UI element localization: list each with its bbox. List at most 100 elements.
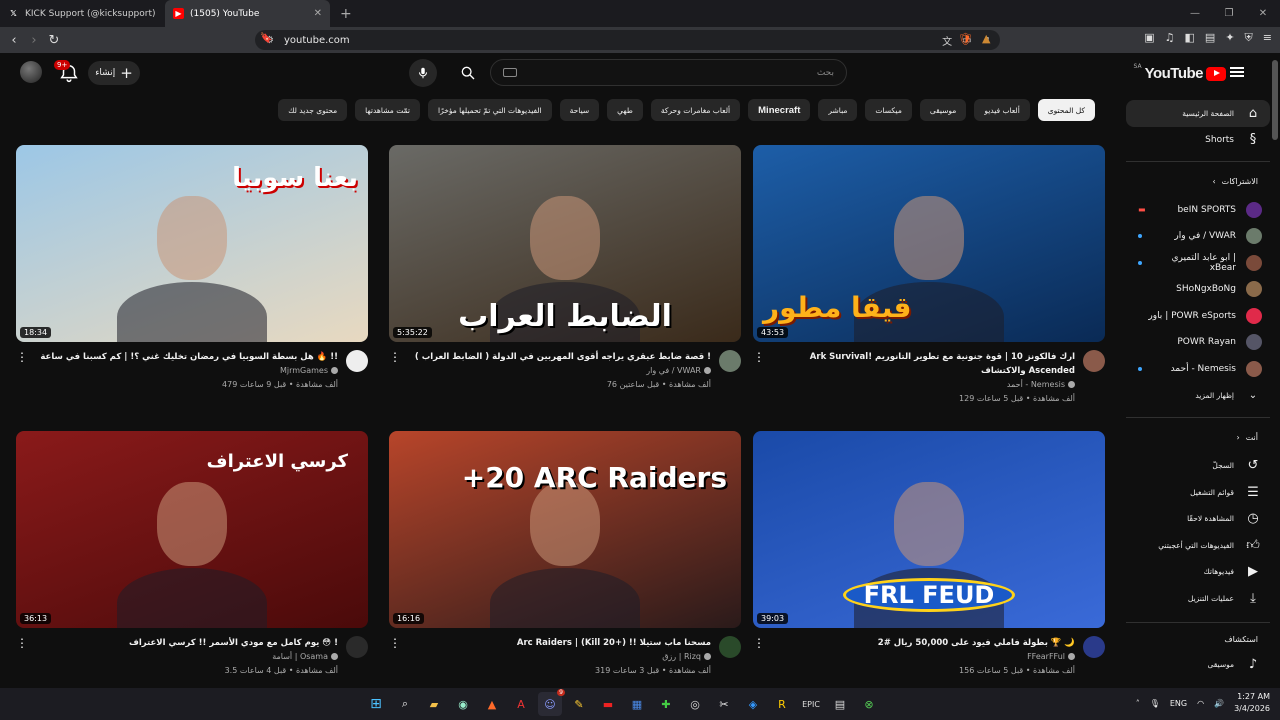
filter-chip[interactable]: سياحة	[559, 99, 600, 121]
sidebar-item-download[interactable]: ⤓ عمليات التنزيل	[1126, 585, 1270, 612]
brave-icon[interactable]: ▲	[480, 692, 504, 716]
maximize-icon[interactable]: ❐	[1212, 0, 1246, 27]
video-thumbnail[interactable]: الضابط العراب 5:35:22	[389, 145, 741, 342]
video-thumbnail[interactable]: +20 ARC Raiders 16:16	[389, 431, 741, 628]
back-icon[interactable]: ‹	[4, 33, 24, 48]
clock[interactable]: 1:27 AM 3/4/2026	[1234, 691, 1270, 715]
chevron-up-icon[interactable]: ˄	[1136, 699, 1140, 708]
video-title[interactable]: بطولة فاملي فيود على 50,000 ريال #2 🏆 🌙	[775, 636, 1075, 650]
filter-chip[interactable]: تمّت مشاهدتها	[355, 99, 420, 121]
vpn-icon[interactable]: ⛨	[1245, 31, 1253, 45]
blue-app-icon[interactable]: ◈	[741, 692, 765, 716]
subscription-item[interactable]: SHoNgxBoNg	[1126, 276, 1270, 303]
search-button[interactable]	[451, 59, 485, 86]
bookmark-icon[interactable]: 🔖	[260, 33, 272, 44]
video-title[interactable]: قصة ضابط عبقري يراجه أقوى المهربين في ال…	[411, 350, 711, 364]
voice-search-button[interactable]	[409, 59, 437, 87]
video-thumbnail[interactable]: كرسي الاعتراف 36:13	[16, 431, 368, 628]
video-card[interactable]: بعنا سوبيا 18:34 هل بسطة السوبيا في رمضان …	[16, 145, 368, 420]
epic-games-icon[interactable]: EPIC	[799, 692, 823, 716]
brave-shields-icon[interactable]: 🛡	[958, 32, 973, 46]
video-card[interactable]: كرسي الاعتراف 36:13 يوم كامل مع مودي الأسم…	[16, 431, 368, 706]
browser-tab-x[interactable]: 𝕏 KICK Support (@kicksupport) / X	[0, 0, 165, 27]
channel-name[interactable]: MjrmGames	[280, 366, 328, 375]
filter-chip[interactable]: الفيديوهات التي تمّ تحميلها مؤخرًا	[428, 99, 552, 121]
filter-chip[interactable]: ألعاب فيديو	[974, 99, 1030, 121]
search-icon[interactable]: ⌕	[393, 692, 417, 716]
address-bar[interactable]: ⚙ youtube.com 文 ▭ ↗	[255, 30, 1000, 50]
video-thumbnail[interactable]: FRL FEUD 39:03	[753, 431, 1105, 628]
forward-icon[interactable]: ›	[24, 33, 44, 48]
you-header[interactable]: أنت ›	[1126, 433, 1270, 442]
filter-chip[interactable]: ميكسات	[865, 99, 912, 121]
language-indicator[interactable]: ENG	[1170, 699, 1187, 708]
xbox-icon[interactable]: ⊗	[857, 692, 881, 716]
pen-app-icon[interactable]: ✎	[567, 692, 591, 716]
channel-avatar[interactable]	[1083, 350, 1105, 372]
music-extension-icon[interactable]: ♫	[1165, 31, 1175, 45]
notes-app-icon[interactable]: ▦	[625, 692, 649, 716]
sidebar-panel-icon[interactable]: ▣	[1144, 31, 1154, 45]
channel-avatar[interactable]	[346, 350, 368, 372]
create-button[interactable]: إنشاء +	[88, 61, 140, 85]
reload-icon[interactable]: ↻	[44, 33, 64, 48]
video-title[interactable]: Ark Survival! ارك فالكونز 10 | قوة جنوني…	[775, 350, 1075, 378]
filter-chip[interactable]: كل المحتوى	[1037, 99, 1095, 121]
more-actions-icon[interactable]: ⋮	[753, 350, 765, 364]
filter-chip[interactable]: ألعاب مغامرات وحركة	[650, 99, 741, 121]
subscription-item[interactable]: في وار / VWAR	[1126, 223, 1270, 250]
brave-rewards-icon[interactable]: ▲	[982, 32, 990, 45]
microphone-icon[interactable]: 🎙	[1150, 699, 1160, 708]
channel-name[interactable]: أسامة | Osama	[272, 652, 328, 661]
green-app-icon[interactable]: ✚	[654, 692, 678, 716]
volume-icon[interactable]: 🔊	[1214, 699, 1224, 708]
page-scrollbar[interactable]	[1272, 60, 1278, 140]
video-title[interactable]: يوم كامل مع مودي الأسمر !! كرسي الاعتراف…	[38, 636, 338, 650]
notifications-button[interactable]: 9+	[54, 60, 80, 85]
sidebar-item-shorts[interactable]: § Shorts	[1126, 126, 1270, 153]
menu-icon[interactable]: ≡	[1263, 31, 1272, 45]
subscription-item[interactable]: beIN SPORTS ▬	[1126, 196, 1270, 223]
video-card[interactable]: FRL FEUD 39:03 بطولة فاملي فيود على 50,000…	[753, 431, 1105, 706]
minimize-icon[interactable]: —	[1178, 0, 1212, 27]
video-title[interactable]: هل بسطة السوبيا في رمضان تخليك غني ؟! | …	[38, 350, 338, 364]
video-thumbnail[interactable]: بعنا سوبيا 18:34	[16, 145, 368, 342]
subscription-item[interactable]: أحمد - Nemesis	[1126, 355, 1270, 382]
wifi-icon[interactable]: ◠	[1197, 699, 1204, 708]
subscription-item[interactable]: باور | POWR eSports	[1126, 302, 1270, 329]
sidebar-item-home[interactable]: ⌂ الصفحة الرئيسية	[1126, 100, 1270, 127]
leo-ai-icon[interactable]: ✦	[1225, 31, 1234, 45]
channel-avatar[interactable]	[719, 350, 741, 372]
subscription-item[interactable]: POWR Rayan	[1126, 329, 1270, 356]
file-explorer-icon[interactable]: ▰	[422, 692, 446, 716]
sidebar-item-watch-later[interactable]: ◷ المشاهدة لاحقًا	[1126, 505, 1270, 532]
close-window-icon[interactable]: ✕	[1246, 0, 1280, 27]
new-tab-button[interactable]: +	[330, 6, 362, 22]
more-actions-icon[interactable]: ⋮	[16, 350, 28, 364]
account-avatar[interactable]	[20, 61, 42, 83]
more-actions-icon[interactable]: ⋮	[753, 636, 765, 650]
sidebar-item-like[interactable]: 👍︎ الفيديوهات التي أعجبتني	[1126, 532, 1270, 559]
subscription-item[interactable]: ابو عابد التميري | xBear	[1126, 249, 1270, 276]
channel-avatar[interactable]	[346, 636, 368, 658]
sidebar-item-music[interactable]: ♪ موسيقى	[1126, 651, 1270, 678]
sidebar-item-your-videos[interactable]: ▶ فيديوهاتك	[1126, 558, 1270, 585]
search-input[interactable]: بحث	[490, 59, 847, 86]
channel-name[interactable]: رزق | Rizq	[662, 652, 701, 661]
channel-avatar[interactable]	[719, 636, 741, 658]
split-view-icon[interactable]: ◧	[1185, 31, 1195, 45]
channel-name[interactable]: أحمد - Nemesis	[1007, 380, 1065, 389]
video-card[interactable]: قيقا مطور 43:53 Ark Survival! ارك فالكونز …	[753, 145, 1105, 420]
capcut-icon[interactable]: ✂	[712, 692, 736, 716]
subscriptions-header[interactable]: الاشتراكات ‹	[1126, 177, 1270, 186]
sidebar-show-more[interactable]: ⌄ إظهار المزيد	[1126, 382, 1270, 409]
filter-chip[interactable]: طهي	[607, 99, 643, 121]
more-actions-icon[interactable]: ⋮	[16, 636, 28, 650]
start-icon[interactable]: ⊞	[364, 692, 388, 716]
adobe-icon[interactable]: A	[509, 692, 533, 716]
video-thumbnail[interactable]: قيقا مطور 43:53	[753, 145, 1105, 342]
sidebar-item-playlist[interactable]: ☰ قوائم التشغيل	[1126, 479, 1270, 506]
youtube-logo[interactable]: SA YouTube	[1134, 63, 1226, 82]
video-card[interactable]: +20 ARC Raiders 16:16 Arc Raiders | (Kill …	[389, 431, 741, 706]
translate-icon[interactable]: 文	[942, 33, 952, 48]
